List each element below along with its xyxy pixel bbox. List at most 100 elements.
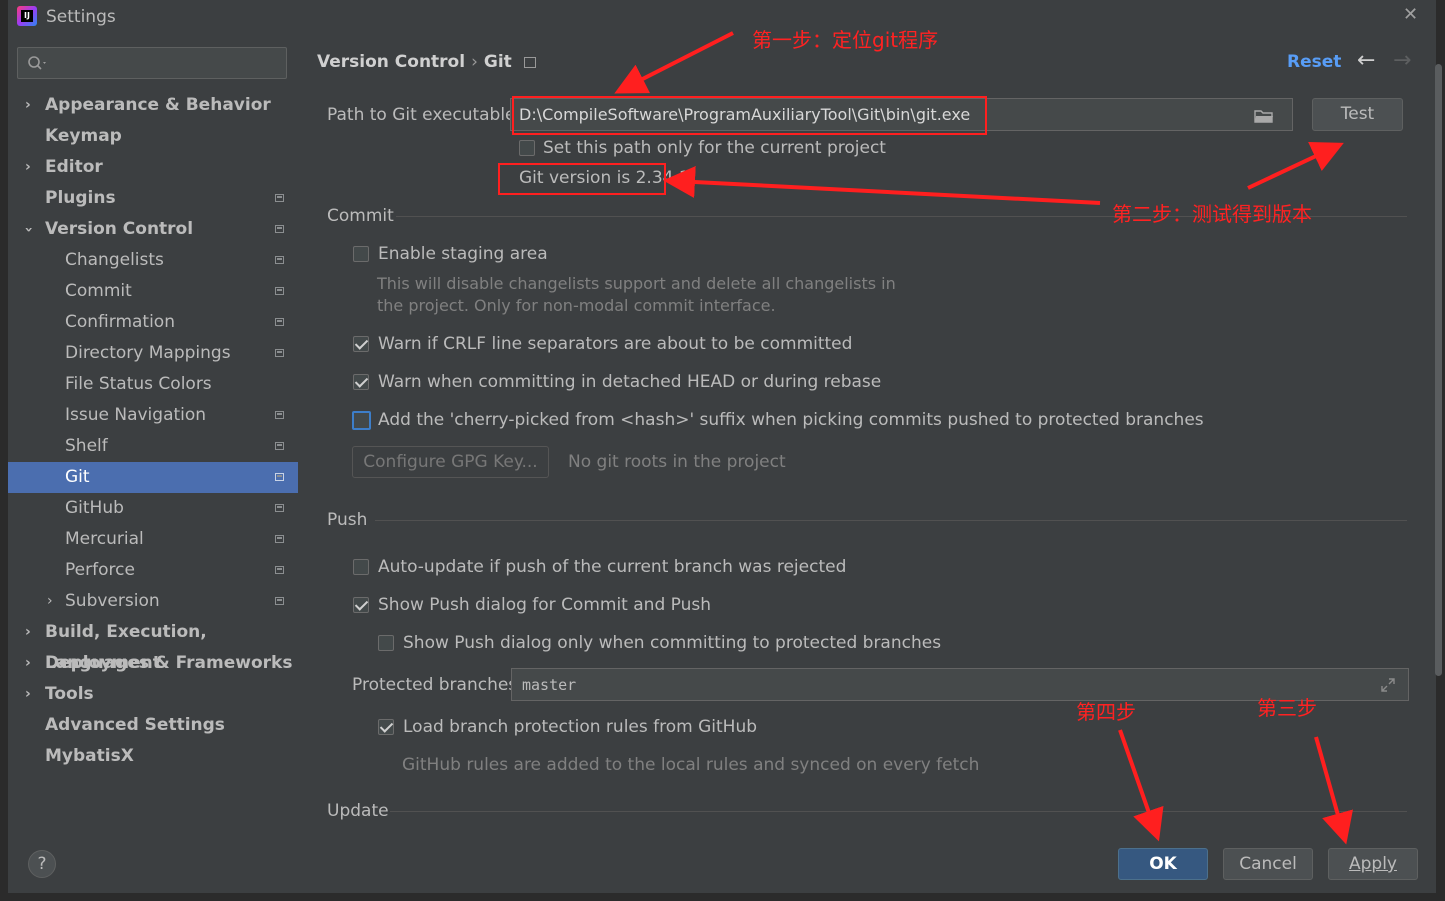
sidebar-item-directory-mappings[interactable]: Directory Mappings <box>8 338 298 369</box>
crlf-warning-label: Warn if CRLF line separators are about t… <box>378 334 853 354</box>
chevron-right-icon: › <box>47 593 53 609</box>
project-scope-icon <box>275 318 284 326</box>
sidebar-item-commit[interactable]: Commit <box>8 276 298 307</box>
auto-update-checkbox[interactable] <box>353 559 369 575</box>
apply-button[interactable]: Apply <box>1328 848 1418 880</box>
title-bar: IJ Settings ✕ <box>8 0 1436 34</box>
chevron-right-icon: › <box>25 624 31 640</box>
help-button[interactable]: ? <box>28 850 56 878</box>
show-push-dialog-checkbox[interactable] <box>353 597 369 613</box>
sidebar-item-perforce[interactable]: Perforce <box>8 555 298 586</box>
test-button[interactable]: Test <box>1312 98 1403 131</box>
git-path-label: Path to Git executable: <box>327 105 522 125</box>
detached-head-checkbox[interactable] <box>353 374 369 390</box>
sidebar-item-advanced-settings[interactable]: Advanced Settings <box>8 710 298 741</box>
protected-branches-label: Protected branches: <box>352 675 523 695</box>
sidebar-item-label: Version Control <box>45 219 194 239</box>
project-scope-icon <box>275 566 284 574</box>
crlf-warning-checkbox[interactable] <box>353 336 369 352</box>
sidebar-item-confirmation[interactable]: Confirmation <box>8 307 298 338</box>
sidebar-item-label: Git <box>65 467 90 487</box>
sidebar-item-issue-navigation[interactable]: Issue Navigation <box>8 400 298 431</box>
annotation-step2: 第二步：测试得到版本 <box>1112 202 1312 226</box>
sidebar-item-build[interactable]: › Build, Execution, Deployment <box>8 617 298 673</box>
annotation-step4: 第四步 <box>1076 700 1136 724</box>
update-section-title: Update <box>327 801 389 821</box>
sidebar-item-github[interactable]: GitHub <box>8 493 298 524</box>
back-arrow-icon[interactable]: ← <box>1357 48 1375 73</box>
sidebar-item-label: Shelf <box>65 436 108 456</box>
project-scope-icon <box>275 225 284 233</box>
project-scope-icon <box>275 442 284 450</box>
reset-link[interactable]: Reset <box>1287 52 1341 72</box>
expand-icon[interactable] <box>1380 677 1396 693</box>
project-only-label: Set this path only for the current proje… <box>543 138 886 158</box>
project-scope-icon <box>275 349 284 357</box>
forward-arrow-icon[interactable]: → <box>1393 48 1411 73</box>
staging-area-checkbox[interactable] <box>353 246 369 262</box>
sidebar-item-label: Advanced Settings <box>45 715 225 735</box>
configure-gpg-button[interactable]: Configure GPG Key... <box>352 446 549 478</box>
project-scope-icon <box>275 535 284 543</box>
sidebar-item-subversion[interactable]: › Subversion <box>8 586 298 617</box>
project-scope-icon <box>275 411 284 419</box>
sidebar-item-shelf[interactable]: Shelf <box>8 431 298 462</box>
ok-button[interactable]: OK <box>1118 848 1208 880</box>
protected-only-checkbox[interactable] <box>378 635 394 651</box>
protected-only-label: Show Push dialog only when committing to… <box>403 633 942 653</box>
breadcrumb: Version Control › Git <box>317 52 536 72</box>
commit-section-title: Commit <box>327 206 394 226</box>
sidebar-item-label: Languages & Frameworks <box>45 653 293 673</box>
chevron-right-icon: › <box>25 159 31 175</box>
annotation-box-version <box>498 163 666 195</box>
sidebar-item-keymap[interactable]: Keymap <box>8 121 298 152</box>
sidebar-item-label: Editor <box>45 157 103 177</box>
sidebar-item-label: Appearance & Behavior <box>45 95 271 115</box>
sidebar-item-label: Perforce <box>65 560 135 580</box>
background-edge <box>0 0 8 901</box>
project-scope-icon <box>275 473 284 481</box>
cancel-button[interactable]: Cancel <box>1223 848 1313 880</box>
cherry-picked-checkbox[interactable] <box>352 411 371 430</box>
sidebar-item-editor[interactable]: › Editor <box>8 152 298 183</box>
close-icon[interactable]: ✕ <box>1403 4 1418 25</box>
show-push-dialog-label: Show Push dialog for Commit and Push <box>378 595 711 615</box>
auto-update-label: Auto-update if push of the current branc… <box>378 557 847 577</box>
sidebar-item-file-status-colors[interactable]: File Status Colors <box>8 369 298 400</box>
intellij-logo-icon: IJ <box>17 6 37 26</box>
project-scope-icon <box>275 597 284 605</box>
project-only-checkbox[interactable] <box>519 140 535 156</box>
sidebar-item-label: MybatisX <box>45 746 134 766</box>
sidebar-item-mercurial[interactable]: Mercurial <box>8 524 298 555</box>
chevron-right-icon: › <box>25 686 31 702</box>
sidebar-item-mybatisx[interactable]: MybatisX <box>8 741 298 772</box>
gpg-hint: No git roots in the project <box>568 452 786 472</box>
dialog-footer: ? OK Cancel Apply <box>8 834 1436 893</box>
sidebar-item-label: Changelists <box>65 250 164 270</box>
sidebar-item-label: Subversion <box>65 591 160 611</box>
folder-browse-icon[interactable] <box>1254 108 1274 124</box>
section-divider <box>390 811 1407 812</box>
staging-area-label: Enable staging area <box>378 244 548 264</box>
sidebar-item-changelists[interactable]: Changelists <box>8 245 298 276</box>
sidebar-item-label: Commit <box>65 281 132 301</box>
sidebar-item-label: File Status Colors <box>65 374 212 394</box>
detached-head-label: Warn when committing in detached HEAD or… <box>378 372 882 392</box>
sidebar-item-label: Directory Mappings <box>65 343 231 363</box>
sidebar-item-plugins[interactable]: Plugins <box>8 183 298 214</box>
settings-sidebar: › Appearance & Behavior Keymap › Editor … <box>8 34 298 834</box>
sidebar-item-tools[interactable]: › Tools <box>8 679 298 710</box>
load-rules-checkbox[interactable] <box>378 719 394 735</box>
sidebar-item-git[interactable]: Git <box>8 462 298 493</box>
breadcrumb-parent[interactable]: Version Control <box>317 52 465 72</box>
vertical-scrollbar[interactable] <box>1435 64 1442 676</box>
sidebar-item-appearance[interactable]: › Appearance & Behavior <box>8 90 298 121</box>
search-input[interactable] <box>17 47 287 79</box>
load-rules-hint: GitHub rules are added to the local rule… <box>402 755 980 775</box>
background-edge <box>0 893 1445 901</box>
sidebar-item-languages[interactable]: › Languages & Frameworks <box>8 648 298 679</box>
sidebar-item-version-control[interactable]: › Version Control <box>8 214 298 245</box>
staging-area-hint: the project. Only for non-modal commit i… <box>377 296 776 315</box>
push-section-title: Push <box>327 510 368 530</box>
search-icon <box>28 56 46 70</box>
